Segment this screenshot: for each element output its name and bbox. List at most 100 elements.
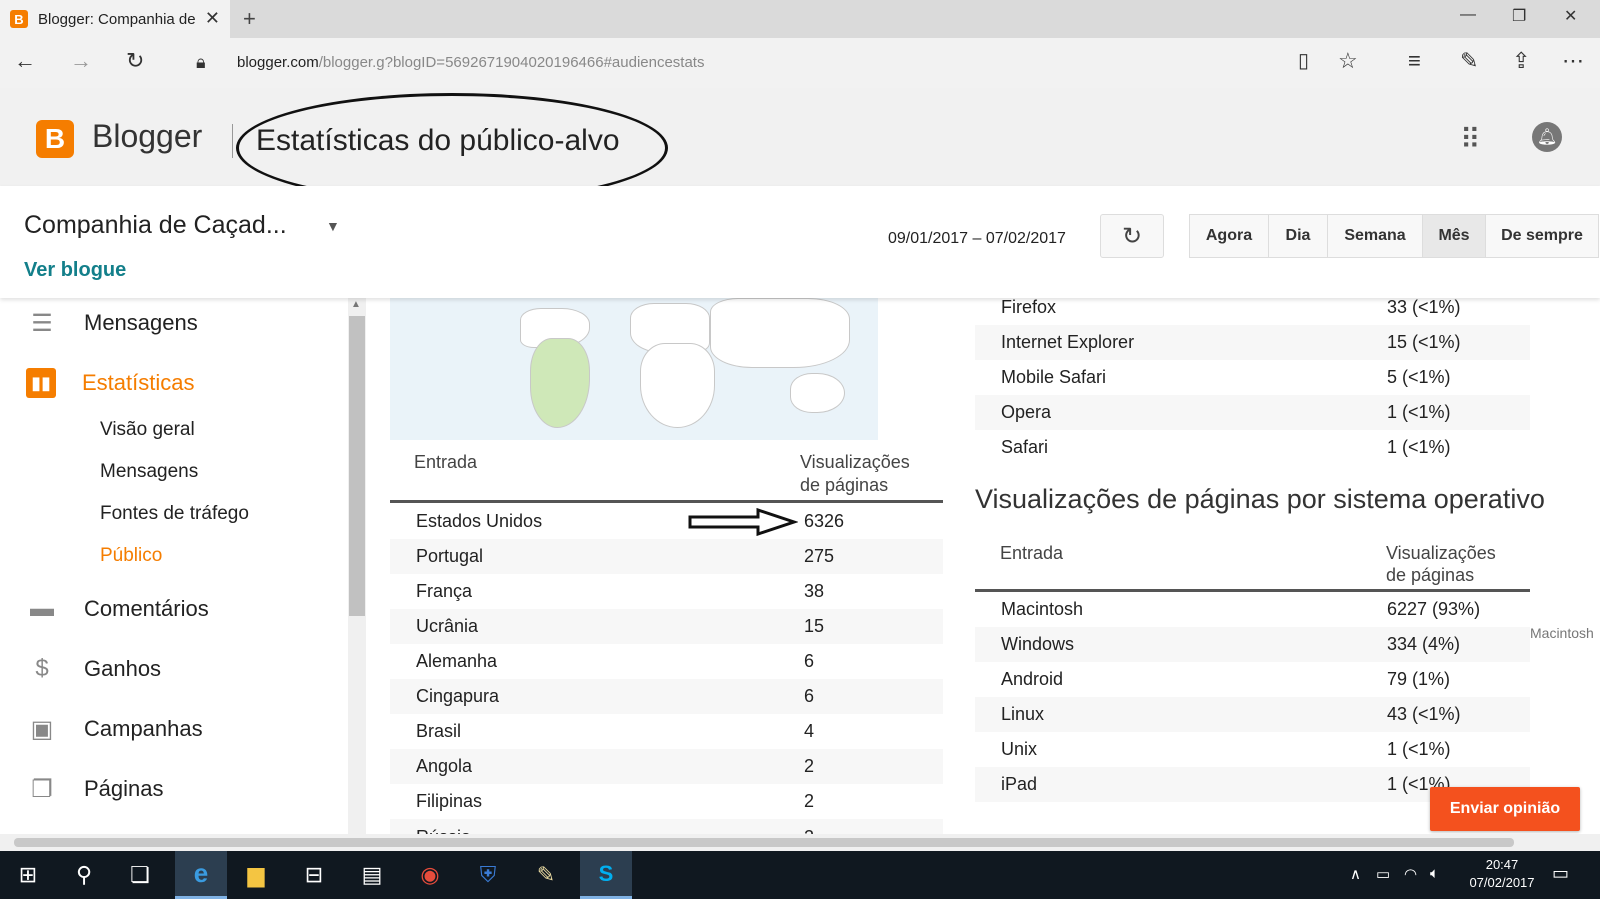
range-button-now[interactable]: Agora [1189,214,1269,258]
address-bar[interactable]: blogger.com/blogger.g?blogID=56926719040… [237,54,704,71]
windows-start-icon[interactable]: ⊞ [4,851,52,899]
tray-wifi-icon[interactable]: ◠ [1404,865,1417,883]
web-note-icon[interactable]: ✎ [1460,48,1478,74]
sidebar-scroll-thumb[interactable] [349,316,365,616]
blog-name[interactable]: Companhia de Caçad... [24,211,287,240]
sidebar-subitem-traffic[interactable]: Fontes de tráfego [100,503,249,525]
file-explorer-icon[interactable]: ▆ [232,851,280,899]
scroll-up-icon[interactable]: ▲ [351,299,361,310]
table-row: Alemanha 6 [390,644,943,679]
map-region [530,338,590,428]
sidebar-subitem-audience[interactable]: Público [100,545,162,567]
posts-icon: ☰ [31,309,53,337]
blog-dropdown-icon[interactable]: ▼ [326,218,340,234]
action-center-icon[interactable]: ▭ [1552,863,1569,884]
browser-name: Internet Explorer [1001,332,1135,352]
close-window-icon[interactable]: ✕ [1564,6,1577,26]
favorite-star-icon[interactable]: ☆ [1338,48,1358,74]
paint-icon[interactable]: ✎ [522,851,570,899]
reading-view-icon[interactable]: ▯ [1298,48,1309,73]
sidebar-item-earnings[interactable]: $ Ganhos [26,654,161,684]
pie-label: Macintosh [1530,625,1594,641]
skype-icon[interactable]: S [580,851,632,899]
sidebar-item-posts[interactable]: ☰ Mensagens [26,308,198,338]
horizontal-scroll-thumb[interactable] [14,838,1514,847]
blog-subheader: Companhia de Caçad... ▼ Ver blogue 09/01… [0,186,1600,298]
comments-icon: ▬ [30,595,54,622]
browser-value: 15 (<1%) [1387,332,1461,352]
table-row: Brasil 4 [390,714,943,749]
browser-name: Safari [1001,437,1049,457]
new-tab-icon[interactable]: + [243,6,256,32]
header-divider [232,124,233,158]
sidebar-item-label: Campanhas [84,716,203,741]
clock-date: 07/02/2017 [1469,875,1535,890]
table-row: Android 79 (1%) [975,662,1530,697]
country-name: Brasil [416,721,462,741]
search-icon[interactable]: ⚲ [60,851,108,899]
movies-icon[interactable]: ▤ [348,851,396,899]
sidebar-item-comments[interactable]: ▬ Comentários [26,594,209,624]
range-button-week[interactable]: Semana [1327,214,1423,258]
store-icon[interactable]: ⊟ [290,851,338,899]
os-col-views-line1: Visualizações [1386,543,1496,563]
os-col-entry: Entrada [1000,543,1064,563]
back-icon[interactable]: ← [14,48,36,74]
shield-app-icon[interactable]: ⛨ [464,851,512,899]
hub-icon[interactable]: ≡ [1408,48,1421,74]
notifications-bell-icon[interactable]: 🔔︎ [1532,122,1562,152]
share-icon[interactable]: ⇪ [1512,48,1530,74]
minimize-icon[interactable]: — [1460,6,1476,24]
sidebar-subitem-posts[interactable]: Mensagens [100,461,198,483]
browser-nav-bar: ← → ↻ 🔒︎ blogger.com/blogger.g?blogID=56… [0,38,1600,88]
chrome-icon[interactable]: ◉ [406,851,454,899]
os-name: iPad [1001,774,1038,794]
blogger-logo-icon[interactable]: B [36,120,74,158]
restore-icon[interactable]: ❐ [1512,6,1526,26]
browser-value: 33 (<1%) [1387,297,1461,317]
dollar-icon: $ [35,655,49,682]
reload-icon[interactable]: ↻ [126,48,144,74]
table-row: Windows 334 (4%) [975,627,1530,662]
refresh-button[interactable]: ↻ [1100,214,1164,258]
tray-battery-icon[interactable]: ▭ [1376,865,1390,883]
apps-grid-icon[interactable]: ⠿ [1460,123,1481,156]
os-name: Unix [1001,739,1038,759]
table-row: Internet Explorer 15 (<1%) [975,325,1530,360]
browser-value: 1 (<1%) [1387,437,1451,457]
sidebar-subitem-overview[interactable]: Visão geral [100,419,195,441]
range-button-month[interactable]: Mês [1422,214,1486,258]
task-view-icon[interactable]: ❏ [116,851,164,899]
os-name: Windows [1001,634,1075,654]
tray-chevron-icon[interactable]: ∧ [1350,865,1361,883]
send-feedback-button[interactable]: Enviar opinião [1430,787,1580,831]
edge-browser-icon[interactable]: e [175,851,227,899]
browser-value: 1 (<1%) [1387,402,1451,422]
stats-icon: ▮▮ [26,368,56,398]
table-row: Opera 1 (<1%) [975,395,1530,430]
tray-volume-icon[interactable]: 🔈︎ [1430,865,1439,882]
taskbar-clock[interactable]: 20:47 07/02/2017 [1462,856,1542,892]
country-value: 6 [804,686,815,706]
range-button-all-time[interactable]: De sempre [1485,214,1599,258]
sidebar-item-stats[interactable]: ▮▮ Estatísticas [26,368,194,398]
os-section-title: Visualizações de páginas por sistema ope… [975,484,1545,514]
table-row: França 38 [390,574,943,609]
more-icon[interactable]: ⋯ [1562,48,1584,74]
blogger-logo-text[interactable]: Blogger [92,118,202,155]
sidebar-item-pages[interactable]: ❐ Páginas [26,774,163,804]
table-row: Macintosh 6227 (93%) [975,592,1530,627]
world-map[interactable] [390,298,878,440]
os-value: 334 (4%) [1387,634,1461,654]
browser-name: Opera [1001,402,1052,422]
sidebar-item-campaigns[interactable]: ▣ Campanhas [26,714,203,744]
forward-icon[interactable]: → [70,48,92,74]
close-tab-icon[interactable]: ✕ [205,8,220,29]
table-row: Ucrânia 15 [390,609,943,644]
range-button-day[interactable]: Dia [1268,214,1328,258]
country-value: 2 [804,791,815,811]
browser-tab[interactable]: B Blogger: Companhia de ✕ [0,0,230,38]
os-value: 79 (1%) [1387,669,1451,689]
view-blog-link[interactable]: Ver blogue [24,259,126,282]
refresh-icon: ↻ [1121,222,1143,250]
